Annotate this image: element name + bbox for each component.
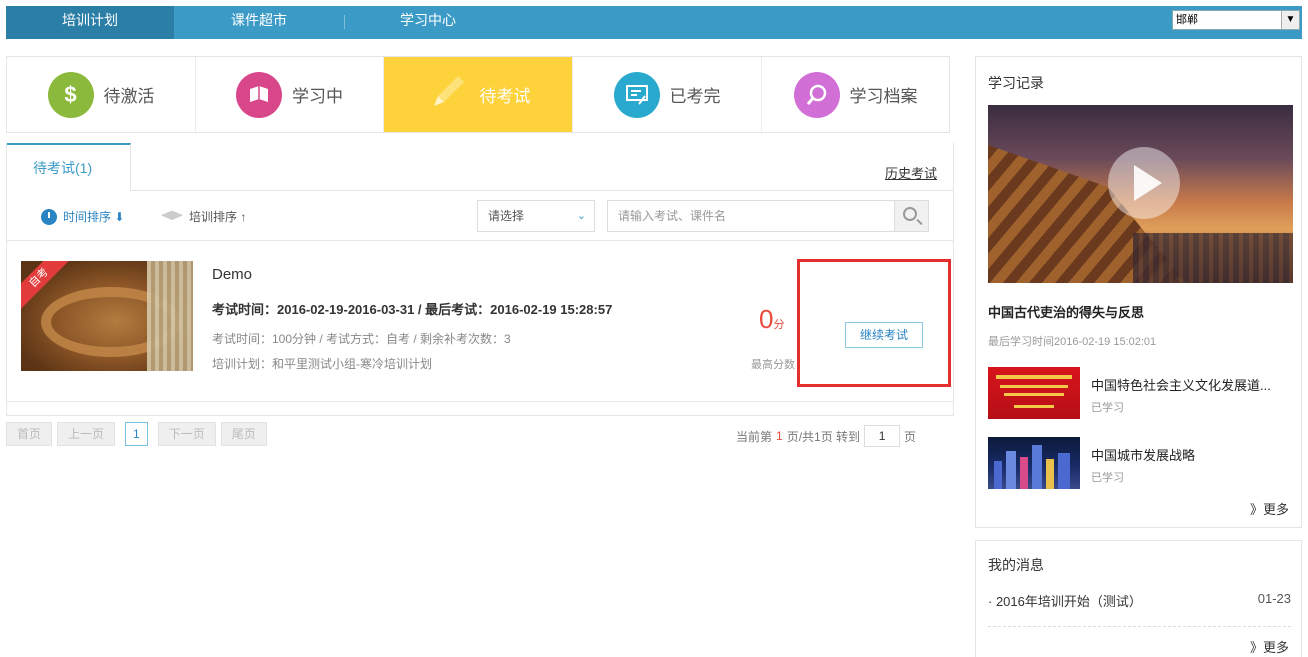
message-item[interactable]: · 2016年培训开始（测试） 01-23 <box>988 591 1291 627</box>
first-page-button[interactable]: 首页 <box>6 422 53 446</box>
my-messages-panel: 我的消息 · 2016年培训开始（测试） 01-23 》更多 <box>975 540 1302 657</box>
city-select-value: 邯郸 <box>1176 14 1198 26</box>
clock-icon <box>41 208 57 225</box>
record-status: 已学习 <box>1091 402 1124 414</box>
tab-course-market[interactable]: 课件超市 <box>174 6 344 39</box>
record-item[interactable]: 中国特色社会主义文化发展道... 已学习 <box>988 367 1293 419</box>
play-icon[interactable] <box>1108 147 1180 219</box>
category-select-value: 请选择 <box>488 209 525 223</box>
score-value: 0 <box>759 304 774 334</box>
current-page-number: 1 <box>776 429 783 443</box>
sort-by-plan-button[interactable]: 培训排序 ↑ <box>161 208 246 225</box>
status-tab-learning[interactable]: 学习中 <box>196 57 384 132</box>
graduation-cap-icon <box>161 210 183 221</box>
continue-exam-button[interactable]: 继续考试 <box>845 322 923 348</box>
magnifier-icon <box>793 71 840 118</box>
status-tab-label: 学习档案 <box>849 87 918 106</box>
last-page-button[interactable]: 尾页 <box>220 422 267 446</box>
score-label: 最高分数 <box>751 359 795 371</box>
tab-training-plan[interactable]: 培训计划 <box>6 6 174 39</box>
page-1-button[interactable]: 1 <box>125 422 148 446</box>
sort-toolbar: 时间排序 ⬇ 培训排序 ↑ 请选择 ⌄ 请输入考试、课件名 <box>7 191 953 241</box>
score-unit: 分 <box>773 319 785 331</box>
message-date: 01-23 <box>1257 591 1291 606</box>
exam-thumbnail[interactable]: 自考 <box>21 261 193 371</box>
record-name: 中国特色社会主义文化发展道... <box>1091 378 1271 393</box>
next-page-button[interactable]: 下一页 <box>157 422 216 446</box>
recent-course-title[interactable]: 中国古代吏治的得失与反思 <box>988 302 1144 321</box>
search-button[interactable] <box>894 201 928 231</box>
exam-training-plan: 培训计划：和平里测试小组-寒冷培训计划 <box>212 357 432 371</box>
record-thumbnail <box>988 367 1080 419</box>
search-icon <box>903 207 917 221</box>
sort-by-plan-label: 培训排序 ↑ <box>189 210 247 224</box>
record-thumbnail <box>988 437 1080 489</box>
status-tab-pending-activation[interactable]: $ 待激活 <box>7 57 196 132</box>
prev-page-button[interactable]: 上一页 <box>57 422 116 446</box>
status-tab-label: 待激活 <box>103 87 155 106</box>
search-input[interactable]: 请输入考试、课件名 <box>607 200 929 232</box>
exam-title[interactable]: Demo <box>212 266 252 283</box>
tab-learning-center[interactable]: 学习中心 <box>345 6 511 39</box>
status-tab-label: 待考试 <box>479 87 531 106</box>
record-status: 已学习 <box>1091 472 1124 484</box>
my-messages-title: 我的消息 <box>988 557 1044 573</box>
status-tab-pending-exam[interactable]: 待考试 <box>384 57 573 132</box>
exam-time: 考试时间：2016-02-19-2016-03-31 / 最后考试：2016-0… <box>212 302 613 317</box>
exam-score: 0分 <box>759 304 784 335</box>
exam-meta: 考试时间：100分钟 / 考试方式：自考 / 剩余补考次数：3 <box>212 332 511 346</box>
sort-by-time-label: 时间排序 ⬇ <box>63 210 125 224</box>
status-tab-learning-archive[interactable]: 学习档案 <box>762 57 949 132</box>
course-video-thumbnail[interactable] <box>988 105 1293 283</box>
exam-list-item: 自考 Demo 考试时间：2016-02-19-2016-03-31 / 最后考… <box>7 242 953 402</box>
search-placeholder: 请输入考试、课件名 <box>618 209 727 223</box>
dollar-icon: $ <box>47 71 94 118</box>
record-item[interactable]: 中国城市发展战略 已学习 <box>988 437 1293 489</box>
history-exam-link[interactable]: 历史考试 <box>885 163 937 182</box>
record-name: 中国城市发展战略 <box>1091 448 1196 463</box>
more-messages-link[interactable]: 》更多 <box>1250 637 1289 656</box>
category-select[interactable]: 请选择 ⌄ <box>477 200 595 232</box>
exam-panel: 待考试(1) 历史考试 时间排序 ⬇ 培训排序 ↑ 请选择 ⌄ 请输入考试、课件… <box>6 143 954 416</box>
city-select[interactable]: 邯郸 ▼ <box>1172 10 1300 30</box>
top-nav: 培训计划 课件超市 学习中心 邯郸 ▼ <box>6 6 1302 39</box>
exam-report-icon <box>613 71 660 118</box>
chevron-down-icon: ⌄ <box>576 210 586 222</box>
message-text: · 2016年培训开始（测试） <box>988 594 1142 609</box>
pagination: 首页 上一页 1 下一页 尾页 <box>6 422 267 446</box>
status-tab-label: 已考完 <box>669 87 721 106</box>
status-tab-label: 学习中 <box>292 87 343 106</box>
more-records-link[interactable]: 》更多 <box>1250 499 1289 518</box>
book-icon <box>236 71 282 118</box>
learning-records-title: 学习记录 <box>988 75 1044 91</box>
status-tab-exam-done[interactable]: 已考完 <box>573 57 762 132</box>
last-study-time: 最后学习时间2016-02-19 15:02:01 <box>988 336 1157 348</box>
tab-pending-exam-count[interactable]: 待考试(1) <box>7 143 131 191</box>
page-info: 当前第 1 页/共1页 转到 1 页 <box>736 425 916 447</box>
pencil-icon <box>426 70 470 119</box>
learning-records-panel: 学习记录 中国古代吏治的得失与反思 最后学习时间2016-02-19 15:02… <box>975 56 1302 528</box>
chevron-down-icon: ▼ <box>1281 11 1299 29</box>
status-tabs: $ 待激活 学习中 待考试 已考完 学习档案 <box>6 56 950 133</box>
goto-page-input[interactable]: 1 <box>864 425 901 447</box>
sort-by-time-button[interactable]: 时间排序 ⬇ <box>41 208 124 225</box>
